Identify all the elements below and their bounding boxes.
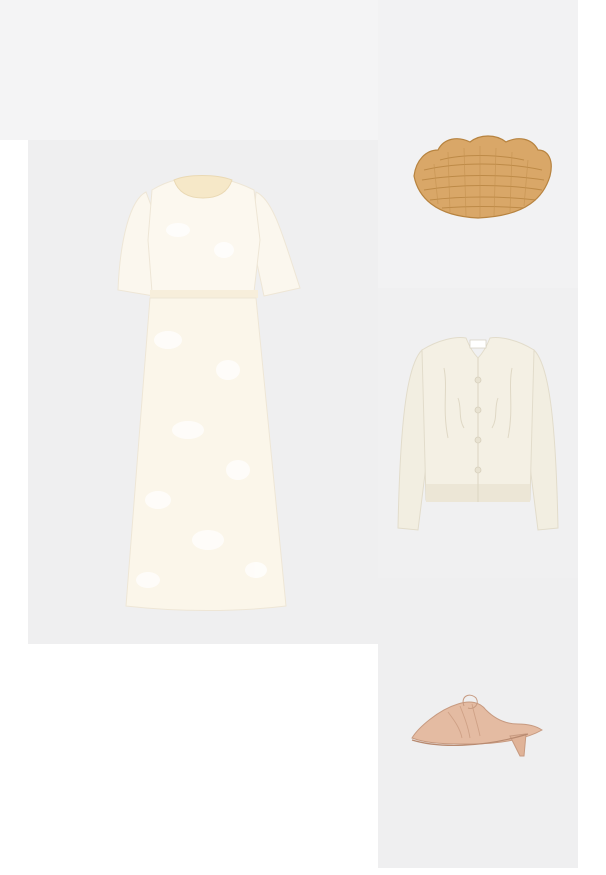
cardigan-image — [397, 337, 559, 531]
dress-image — [117, 175, 301, 611]
mule-shoe-image — [411, 694, 543, 757]
mule-shoe-product-tile[interactable] — [378, 578, 578, 868]
woven-clutch-product-tile[interactable] — [378, 0, 578, 288]
cardigan-product-tile[interactable] — [378, 288, 578, 578]
background-block-top-left — [0, 0, 378, 140]
woven-clutch-image — [413, 135, 552, 219]
dress-product-tile[interactable] — [28, 140, 378, 644]
